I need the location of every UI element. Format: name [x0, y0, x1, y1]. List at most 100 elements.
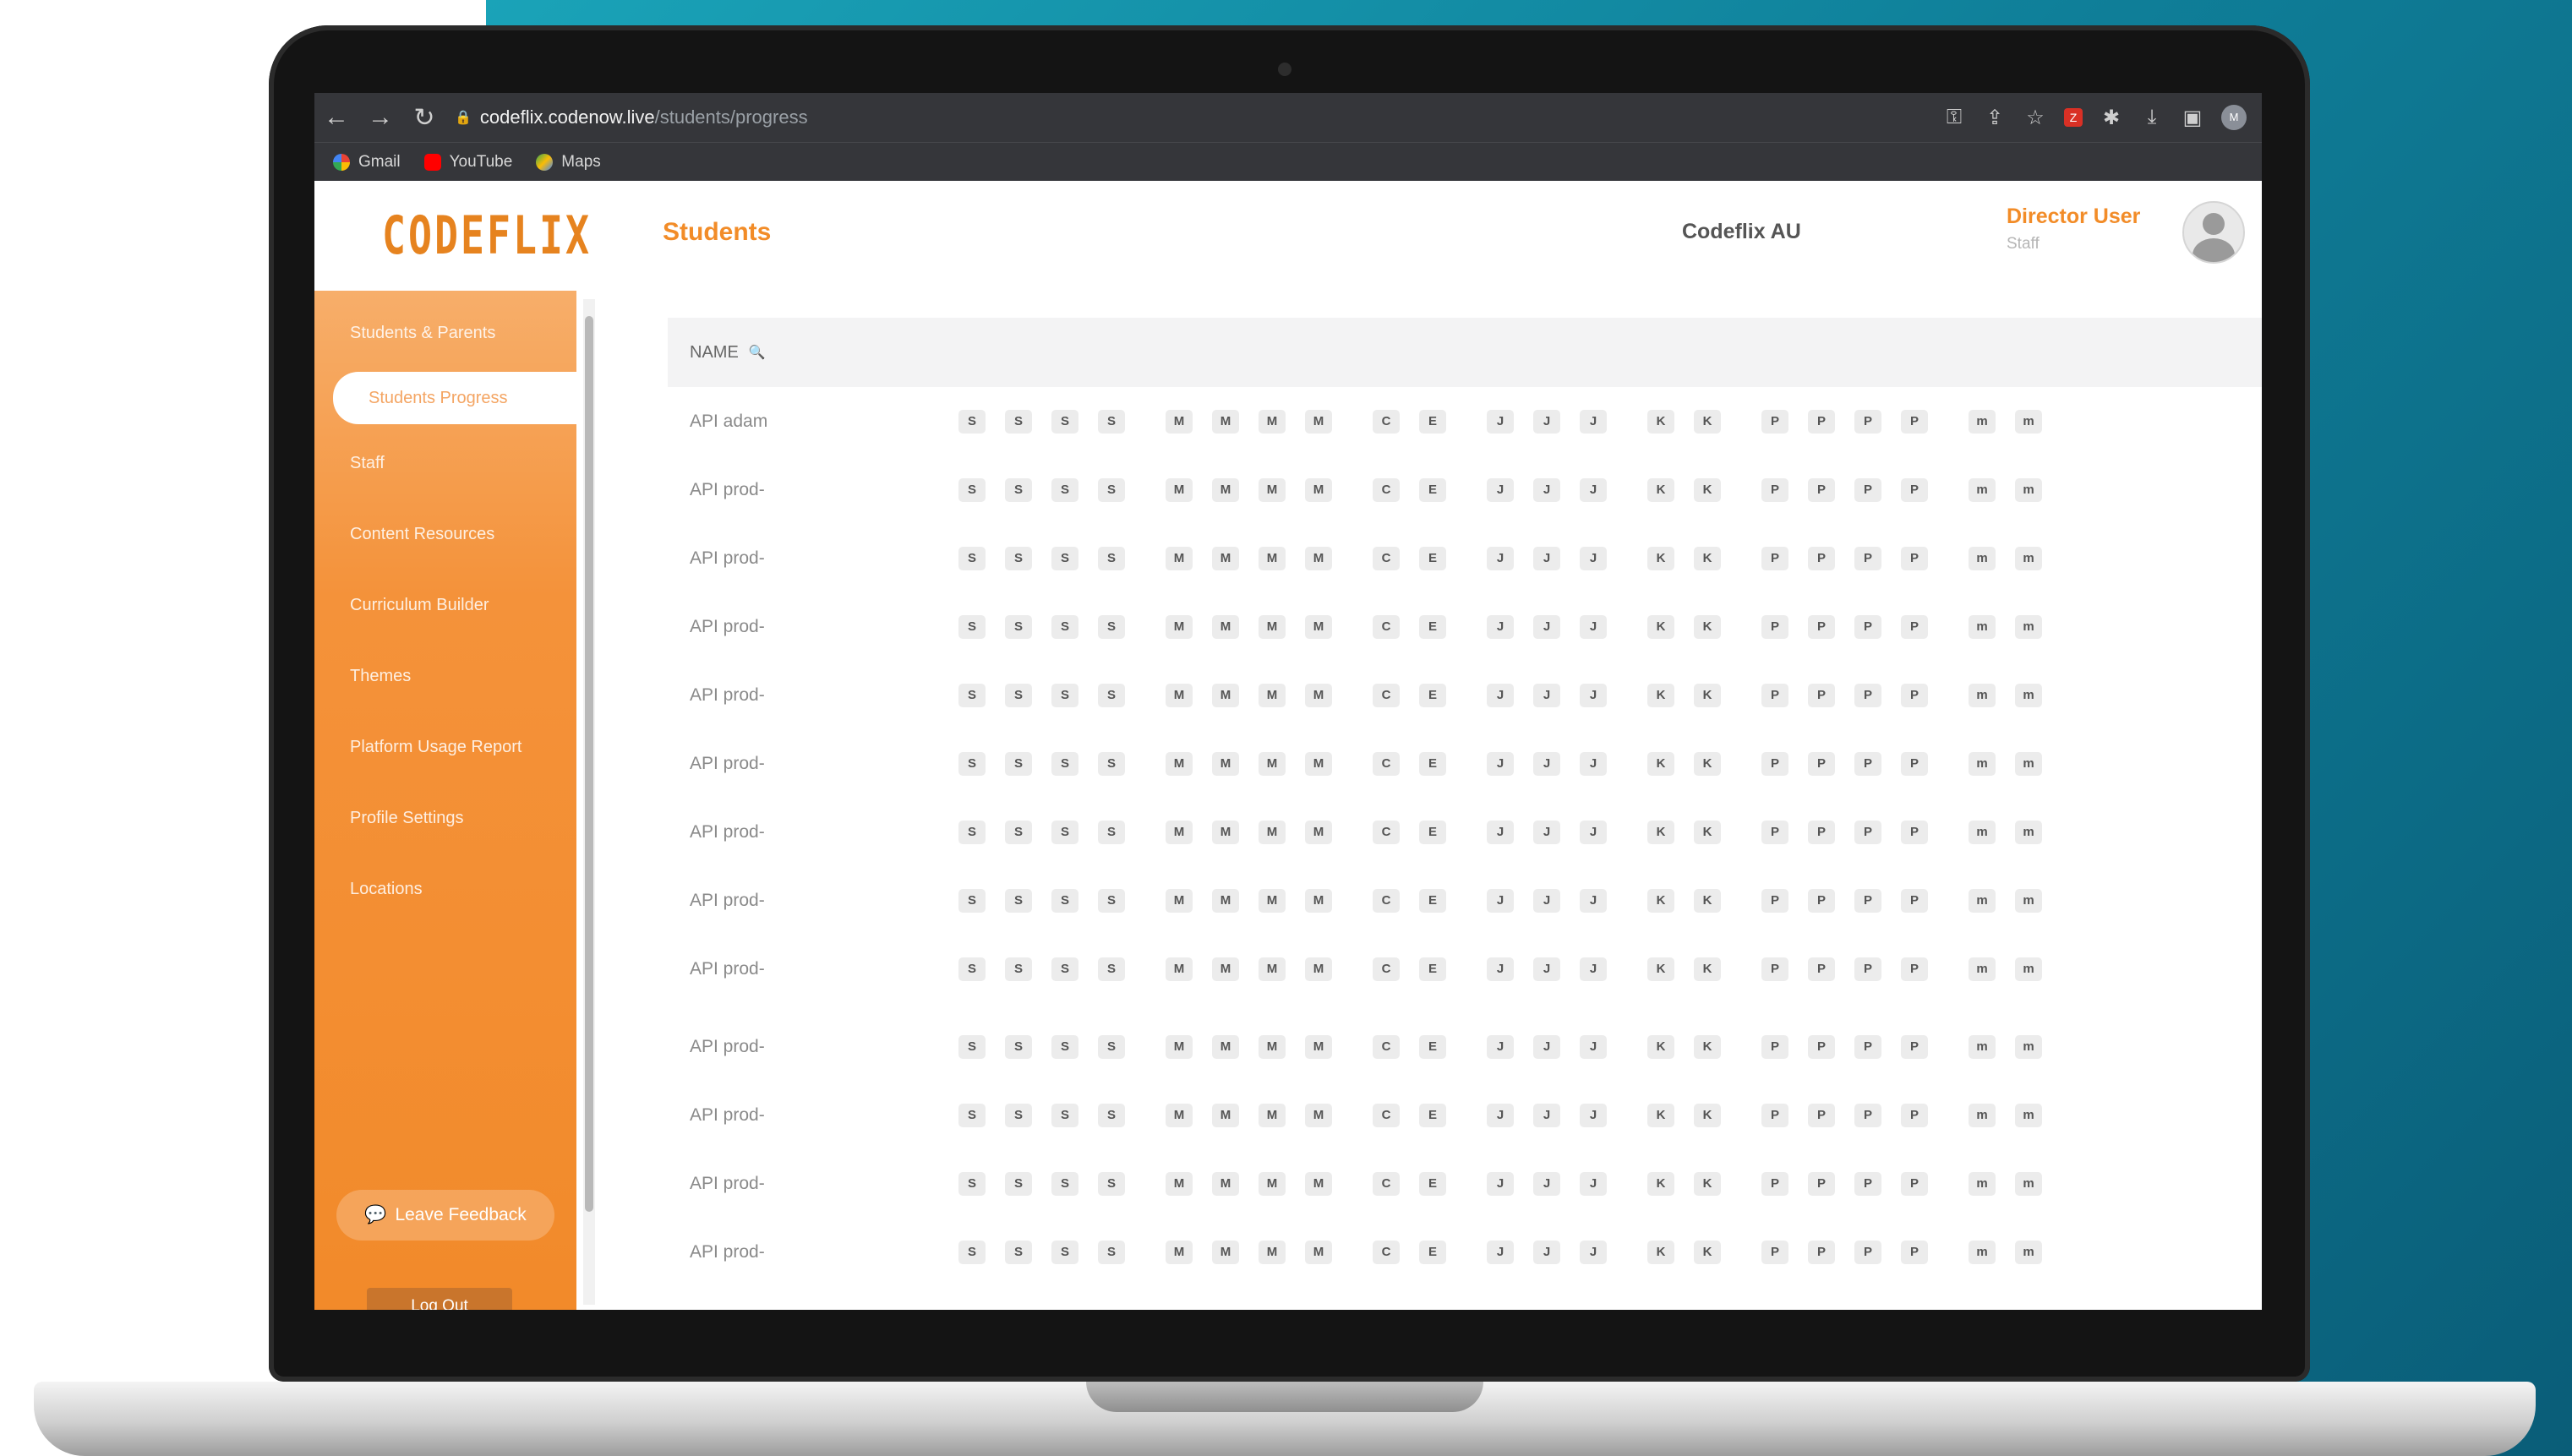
- progress-chip[interactable]: J: [1580, 683, 1607, 707]
- progress-chip[interactable]: C: [1373, 1171, 1400, 1196]
- progress-chip[interactable]: P: [1901, 614, 1928, 639]
- progress-chip[interactable]: K: [1694, 1240, 1721, 1264]
- student-name[interactable]: API prod-: [668, 617, 958, 637]
- progress-chip[interactable]: P: [1901, 1171, 1928, 1196]
- progress-chip[interactable]: J: [1580, 1103, 1607, 1127]
- progress-chip[interactable]: P: [1901, 957, 1928, 981]
- progress-chip[interactable]: S: [1005, 546, 1032, 570]
- puzzle-icon[interactable]: ✱: [2100, 106, 2123, 130]
- progress-chip[interactable]: M: [1212, 1171, 1239, 1196]
- progress-chip[interactable]: P: [1808, 1034, 1835, 1059]
- progress-chip[interactable]: P: [1761, 1240, 1788, 1264]
- extension-z-icon[interactable]: Z: [2064, 108, 2083, 127]
- progress-chip[interactable]: M: [1212, 820, 1239, 844]
- progress-chip[interactable]: S: [1005, 1034, 1032, 1059]
- progress-chip[interactable]: P: [1901, 1240, 1928, 1264]
- sidebar-scrollbar[interactable]: [583, 299, 595, 1305]
- progress-chip[interactable]: m: [1969, 820, 1996, 844]
- progress-chip[interactable]: m: [1969, 1240, 1996, 1264]
- forward-icon[interactable]: →: [358, 103, 402, 132]
- progress-chip[interactable]: M: [1166, 957, 1193, 981]
- progress-chip[interactable]: m: [1969, 546, 1996, 570]
- progress-chip[interactable]: S: [1051, 1240, 1078, 1264]
- progress-chip[interactable]: S: [1098, 614, 1125, 639]
- progress-chip[interactable]: S: [1005, 409, 1032, 434]
- student-name[interactable]: API prod-: [668, 1105, 958, 1126]
- progress-chip[interactable]: K: [1647, 751, 1674, 776]
- progress-chip[interactable]: J: [1487, 409, 1514, 434]
- progress-chip[interactable]: M: [1259, 957, 1286, 981]
- progress-chip[interactable]: M: [1259, 888, 1286, 913]
- progress-chip[interactable]: J: [1487, 1034, 1514, 1059]
- progress-chip[interactable]: S: [1051, 614, 1078, 639]
- progress-chip[interactable]: K: [1694, 546, 1721, 570]
- progress-chip[interactable]: P: [1761, 820, 1788, 844]
- progress-chip[interactable]: m: [1969, 888, 1996, 913]
- progress-chip[interactable]: J: [1487, 1171, 1514, 1196]
- progress-chip[interactable]: S: [958, 1240, 986, 1264]
- progress-chip[interactable]: J: [1487, 1240, 1514, 1264]
- progress-chip[interactable]: m: [2015, 683, 2042, 707]
- progress-chip[interactable]: P: [1808, 409, 1835, 434]
- progress-chip[interactable]: P: [1808, 888, 1835, 913]
- progress-chip[interactable]: S: [1051, 546, 1078, 570]
- progress-chip[interactable]: S: [1005, 1171, 1032, 1196]
- progress-chip[interactable]: m: [2015, 409, 2042, 434]
- address-bar[interactable]: 🔒 codeflix.codenow.live /students/progre…: [455, 100, 1892, 135]
- progress-chip[interactable]: M: [1259, 751, 1286, 776]
- progress-chip[interactable]: E: [1419, 614, 1446, 639]
- progress-chip[interactable]: E: [1419, 683, 1446, 707]
- progress-chip[interactable]: m: [1969, 477, 1996, 502]
- progress-chip[interactable]: M: [1305, 409, 1332, 434]
- progress-chip[interactable]: S: [1051, 888, 1078, 913]
- progress-chip[interactable]: M: [1259, 477, 1286, 502]
- key-icon[interactable]: ⚿: [1942, 106, 1966, 129]
- progress-chip[interactable]: K: [1647, 683, 1674, 707]
- progress-chip[interactable]: M: [1305, 751, 1332, 776]
- progress-chip[interactable]: S: [1098, 820, 1125, 844]
- progress-chip[interactable]: S: [958, 888, 986, 913]
- sidebar-item-themes[interactable]: Themes: [314, 641, 576, 712]
- progress-chip[interactable]: M: [1259, 409, 1286, 434]
- progress-chip[interactable]: M: [1166, 820, 1193, 844]
- progress-chip[interactable]: M: [1166, 1171, 1193, 1196]
- progress-chip[interactable]: P: [1808, 1171, 1835, 1196]
- progress-chip[interactable]: M: [1259, 683, 1286, 707]
- progress-chip[interactable]: E: [1419, 477, 1446, 502]
- progress-chip[interactable]: J: [1580, 751, 1607, 776]
- progress-chip[interactable]: m: [1969, 683, 1996, 707]
- progress-chip[interactable]: M: [1212, 957, 1239, 981]
- progress-chip[interactable]: P: [1761, 614, 1788, 639]
- progress-chip[interactable]: C: [1373, 888, 1400, 913]
- progress-chip[interactable]: E: [1419, 957, 1446, 981]
- progress-chip[interactable]: M: [1212, 614, 1239, 639]
- student-name[interactable]: API prod-: [668, 822, 958, 843]
- progress-chip[interactable]: m: [2015, 614, 2042, 639]
- student-name[interactable]: API prod-: [668, 754, 958, 774]
- progress-chip[interactable]: P: [1854, 957, 1881, 981]
- progress-chip[interactable]: S: [1051, 751, 1078, 776]
- progress-chip[interactable]: P: [1808, 1240, 1835, 1264]
- progress-chip[interactable]: M: [1305, 546, 1332, 570]
- progress-chip[interactable]: S: [1005, 614, 1032, 639]
- student-name[interactable]: API prod-: [668, 891, 958, 911]
- sidebar-item-curriculum-builder[interactable]: Curriculum Builder: [314, 570, 576, 641]
- progress-chip[interactable]: M: [1212, 751, 1239, 776]
- progress-chip[interactable]: M: [1305, 614, 1332, 639]
- progress-chip[interactable]: P: [1761, 1034, 1788, 1059]
- progress-chip[interactable]: M: [1305, 888, 1332, 913]
- share-icon[interactable]: ⇪: [1983, 106, 2007, 130]
- progress-chip[interactable]: P: [1854, 1034, 1881, 1059]
- progress-chip[interactable]: K: [1694, 1034, 1721, 1059]
- progress-chip[interactable]: M: [1305, 1171, 1332, 1196]
- progress-chip[interactable]: S: [1005, 477, 1032, 502]
- progress-chip[interactable]: M: [1305, 683, 1332, 707]
- star-icon[interactable]: ☆: [2023, 106, 2047, 130]
- bookmark-maps[interactable]: Maps: [536, 153, 601, 172]
- progress-chip[interactable]: P: [1761, 1103, 1788, 1127]
- sidepanel-icon[interactable]: ▣: [2181, 106, 2204, 130]
- progress-chip[interactable]: K: [1647, 888, 1674, 913]
- progress-chip[interactable]: J: [1487, 546, 1514, 570]
- sidebar-item-platform-usage-report[interactable]: Platform Usage Report: [314, 712, 576, 783]
- progress-chip[interactable]: P: [1901, 751, 1928, 776]
